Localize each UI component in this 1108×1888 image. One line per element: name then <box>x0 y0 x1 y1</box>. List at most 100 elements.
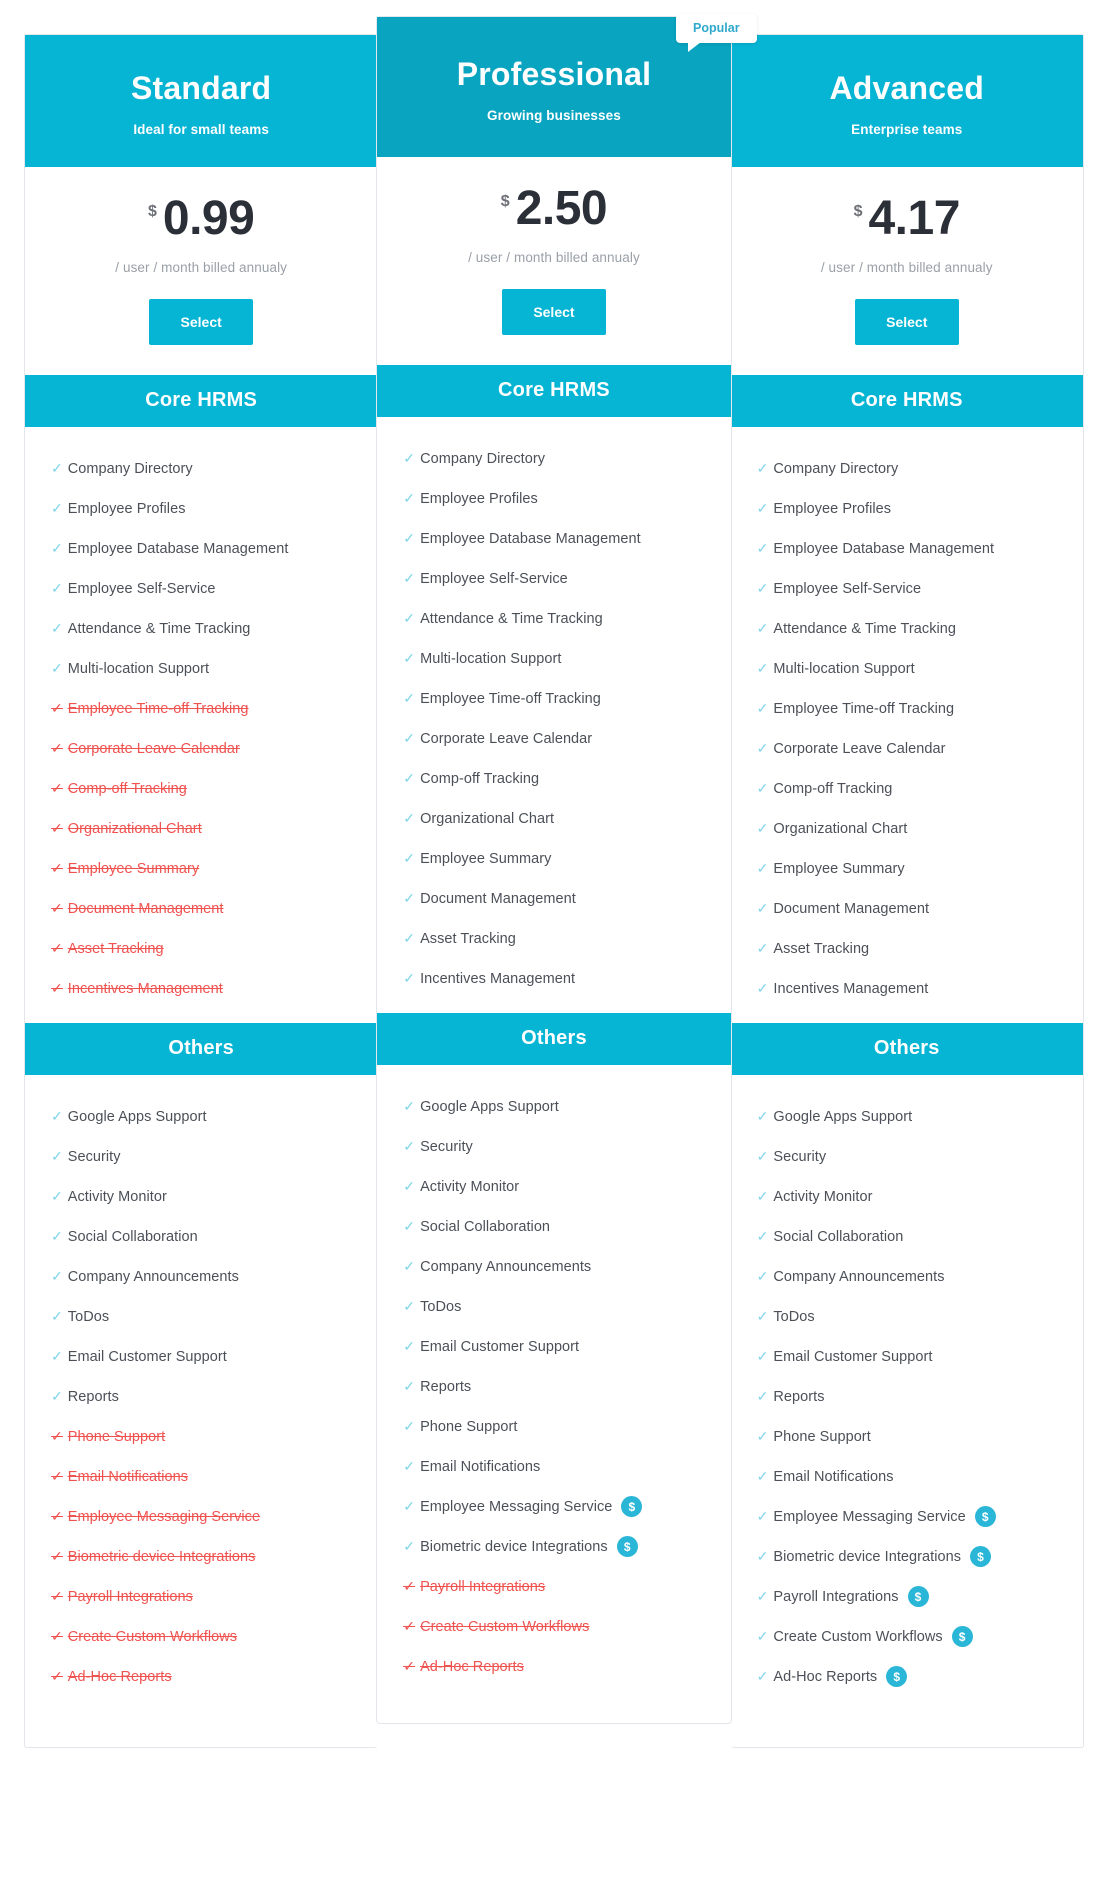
check-icon: ✓ <box>51 1668 63 1685</box>
card-footer-spacer <box>25 1711 377 1747</box>
check-icon: ✓ <box>756 660 769 677</box>
feature-label: Ad-Hoc Reports <box>773 1668 878 1685</box>
feature-item: ✓ Employee Time-off Tracking <box>25 689 377 729</box>
feature-item: ✓ Employee Summary <box>25 849 377 889</box>
feature-label: Employee Messaging Service <box>67 1508 261 1525</box>
check-icon: ✓ <box>756 820 769 837</box>
check-icon: ✓ <box>756 1668 769 1685</box>
feature-label: Phone Support <box>67 1428 166 1445</box>
feature-label: Security <box>67 1148 121 1165</box>
feature-label: Employee Time-off Tracking <box>420 690 601 707</box>
price-row: $0.99 <box>35 194 367 242</box>
plan-header-professional: Popular Professional Growing businesses <box>377 14 757 157</box>
feature-label: Email Customer Support <box>773 1348 933 1365</box>
feature-label: Corporate Leave Calendar <box>420 730 593 747</box>
feature-label: Employee Profiles <box>420 490 538 507</box>
check-icon: ✓ <box>51 500 63 517</box>
feature-list-others-standard: ✓ Google Apps Support ✓ Security ✓ Activity M… <box>25 1075 377 1711</box>
plan-header-advanced: Advanced Enterprise teams <box>730 35 1083 167</box>
select-button-advanced[interactable]: Select <box>854 298 959 345</box>
check-icon: ✓ <box>756 1308 769 1325</box>
feature-label: Social Collaboration <box>420 1218 551 1235</box>
check-icon: ✓ <box>403 610 416 627</box>
check-icon: ✓ <box>51 820 63 837</box>
feature-label: Employee Self-Service <box>67 580 216 597</box>
feature-label: Activity Monitor <box>67 1188 167 1205</box>
feature-label: Document Management <box>67 900 224 917</box>
feature-label: Google Apps Support <box>420 1098 559 1115</box>
check-icon: ✓ <box>403 1378 416 1395</box>
feature-item: ✓ Security <box>731 1137 1083 1177</box>
check-icon: ✓ <box>403 570 416 587</box>
check-icon: ✓ <box>756 500 769 517</box>
check-icon: ✓ <box>756 980 769 997</box>
feature-item: ✓ Incentives Management <box>377 959 730 999</box>
feature-item: ✓ Employee Profiles <box>731 489 1083 529</box>
feature-label: Multi-location Support <box>773 660 915 677</box>
feature-label: Organizational Chart <box>420 810 555 827</box>
feature-item: ✓ Employee Time-off Tracking <box>731 689 1083 729</box>
feature-label: Multi-location Support <box>420 650 562 667</box>
feature-item: ✓ Attendance & Time Tracking <box>731 609 1083 649</box>
check-icon: ✓ <box>403 730 416 747</box>
check-icon: ✓ <box>403 490 416 507</box>
check-icon: ✓ <box>403 1578 416 1595</box>
feature-item: ✓ Attendance & Time Tracking <box>377 599 730 639</box>
feature-item: ✓ Company Announcements <box>377 1247 730 1287</box>
check-icon: ✓ <box>756 940 769 957</box>
price-period: / user / month billed annualy <box>820 259 993 275</box>
feature-label: Document Management <box>773 900 930 917</box>
currency-symbol: $ <box>500 192 510 210</box>
check-icon: ✓ <box>51 1268 63 1285</box>
check-icon: ✓ <box>51 1108 63 1125</box>
check-icon: ✓ <box>756 740 769 757</box>
feature-item: ✓ Employee Database Management <box>25 529 377 569</box>
check-icon: ✓ <box>403 650 416 667</box>
feature-item: ✓ Employee Messaging Service $ <box>731 1497 1083 1537</box>
paid-addon-dollar-icon: $ <box>951 1626 973 1648</box>
feature-label: Biometric device Integrations <box>67 1548 256 1565</box>
feature-item: ✓ Asset Tracking <box>25 929 377 969</box>
feature-label: Activity Monitor <box>420 1178 520 1195</box>
feature-label: Social Collaboration <box>67 1228 198 1245</box>
card-footer-spacer <box>731 1711 1083 1747</box>
check-icon: ✓ <box>756 1388 769 1405</box>
feature-item: ✓ ToDos <box>25 1297 377 1337</box>
feature-list-others-advanced: ✓ Google Apps Support ✓ Security ✓ Activity M… <box>731 1075 1083 1711</box>
feature-label: ToDos <box>773 1308 815 1325</box>
feature-item: ✓ Ad-Hoc Reports <box>377 1647 730 1687</box>
plan-name: Professional <box>456 56 652 92</box>
select-button-professional[interactable]: Select <box>501 288 606 335</box>
feature-label: Activity Monitor <box>773 1188 873 1205</box>
feature-item: ✓ Employee Summary <box>731 849 1083 889</box>
check-icon: ✓ <box>403 1658 416 1675</box>
feature-label: Company Directory <box>773 460 899 477</box>
select-button-standard[interactable]: Select <box>149 298 254 345</box>
feature-item: ✓ Biometric device Integrations $ <box>731 1537 1083 1577</box>
feature-label: Employee Profiles <box>773 500 892 517</box>
feature-item: ✓ Multi-location Support <box>377 639 730 679</box>
feature-item: ✓ Email Notifications <box>25 1457 377 1497</box>
feature-label: Document Management <box>420 890 576 907</box>
feature-label: Create Custom Workflows <box>420 1618 590 1635</box>
feature-label: Asset Tracking <box>420 930 516 947</box>
feature-label: Multi-location Support <box>67 660 210 677</box>
check-icon: ✓ <box>403 1138 416 1155</box>
feature-item: ✓ Payroll Integrations <box>25 1577 377 1617</box>
check-icon: ✓ <box>403 1458 416 1475</box>
feature-list-core-standard: ✓ Company Directory ✓ Employee Profiles ✓ Emp… <box>25 427 377 1023</box>
check-icon: ✓ <box>51 700 63 717</box>
feature-item: ✓ Biometric device Integrations <box>25 1537 377 1577</box>
feature-label: Email Customer Support <box>420 1338 580 1355</box>
feature-item: ✓ Payroll Integrations <box>377 1567 730 1607</box>
feature-item: ✓ Asset Tracking <box>731 929 1083 969</box>
feature-item: ✓ Corporate Leave Calendar <box>731 729 1083 769</box>
feature-label: Attendance & Time Tracking <box>420 610 603 627</box>
price-period: / user / month billed annualy <box>115 259 288 275</box>
check-icon: ✓ <box>403 1618 416 1635</box>
check-icon: ✓ <box>756 460 769 477</box>
feature-item: ✓ Biometric device Integrations $ <box>377 1527 730 1567</box>
check-icon: ✓ <box>51 1468 63 1485</box>
plan-name: Standard <box>131 70 272 106</box>
feature-list-core-advanced: ✓ Company Directory ✓ Employee Profiles ✓ Emp… <box>731 427 1083 1023</box>
